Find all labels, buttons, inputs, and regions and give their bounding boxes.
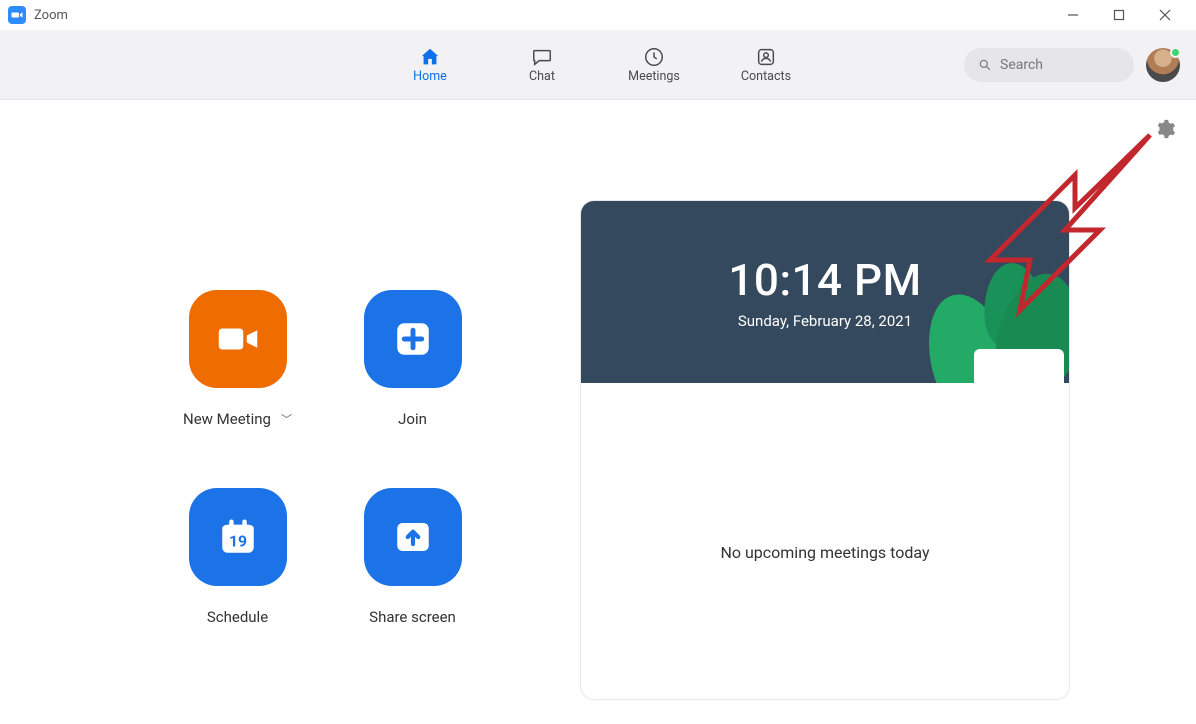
join-button[interactable] <box>364 290 462 388</box>
plus-icon <box>392 318 434 360</box>
join-label: Join <box>398 410 427 428</box>
nav-meetings[interactable]: Meetings <box>618 45 690 84</box>
clock-hero: 10:14 PM Sunday, February 28, 2021 <box>581 201 1069 383</box>
chat-icon <box>531 45 553 69</box>
new-meeting-options-chevron[interactable]: ﹀ <box>281 411 292 427</box>
home-actions: New Meeting ﹀ Join 19 Schedule <box>150 290 500 626</box>
calendar-icon: 19 <box>217 516 259 558</box>
zoom-app-icon <box>8 6 26 24</box>
share-screen-icon <box>392 516 434 558</box>
schedule-button[interactable]: 19 <box>189 488 287 586</box>
share-screen-button[interactable] <box>364 488 462 586</box>
profile-avatar[interactable] <box>1146 48 1180 82</box>
share-screen-label: Share screen <box>369 608 456 626</box>
nav-meetings-label: Meetings <box>628 69 680 84</box>
nav-contacts[interactable]: Contacts <box>730 45 802 84</box>
window-minimize-button[interactable] <box>1050 0 1096 30</box>
search-placeholder: Search <box>1000 57 1043 73</box>
search-icon <box>978 58 992 72</box>
window-maximize-button[interactable] <box>1096 0 1142 30</box>
clock-icon <box>643 45 665 69</box>
titlebar: Zoom <box>0 0 1196 30</box>
svg-text:19: 19 <box>228 532 246 551</box>
clock-time: 10:14 PM <box>728 254 921 306</box>
action-join: Join <box>325 290 500 428</box>
presence-indicator <box>1170 47 1181 58</box>
window-title: Zoom <box>34 8 68 23</box>
new-meeting-button[interactable] <box>189 290 287 388</box>
video-icon <box>217 318 259 360</box>
nav-home-label: Home <box>413 69 447 84</box>
today-card: 10:14 PM Sunday, February 28, 2021 No up… <box>580 200 1070 700</box>
main-nav: Home Chat Meetings Contacts <box>394 45 802 84</box>
settings-button[interactable] <box>1154 118 1176 140</box>
gear-icon <box>1154 118 1176 140</box>
action-share-screen: Share screen <box>325 488 500 626</box>
search-input[interactable]: Search <box>964 48 1134 82</box>
plant-pot-decoration <box>974 349 1064 383</box>
action-schedule: 19 Schedule <box>150 488 325 626</box>
clock-date: Sunday, February 28, 2021 <box>738 312 912 330</box>
new-meeting-label: New Meeting <box>183 410 271 428</box>
window-close-button[interactable] <box>1142 0 1188 30</box>
action-new-meeting: New Meeting ﹀ <box>150 290 325 428</box>
nav-contacts-label: Contacts <box>741 69 791 84</box>
schedule-label: Schedule <box>207 608 268 626</box>
nav-home[interactable]: Home <box>394 45 466 84</box>
nav-chat-label: Chat <box>529 69 555 84</box>
top-toolbar: Home Chat Meetings Contacts Search <box>0 30 1196 100</box>
no-meetings-message: No upcoming meetings today <box>581 543 1069 562</box>
home-icon <box>419 45 441 69</box>
contacts-icon <box>755 45 777 69</box>
nav-chat[interactable]: Chat <box>506 45 578 84</box>
